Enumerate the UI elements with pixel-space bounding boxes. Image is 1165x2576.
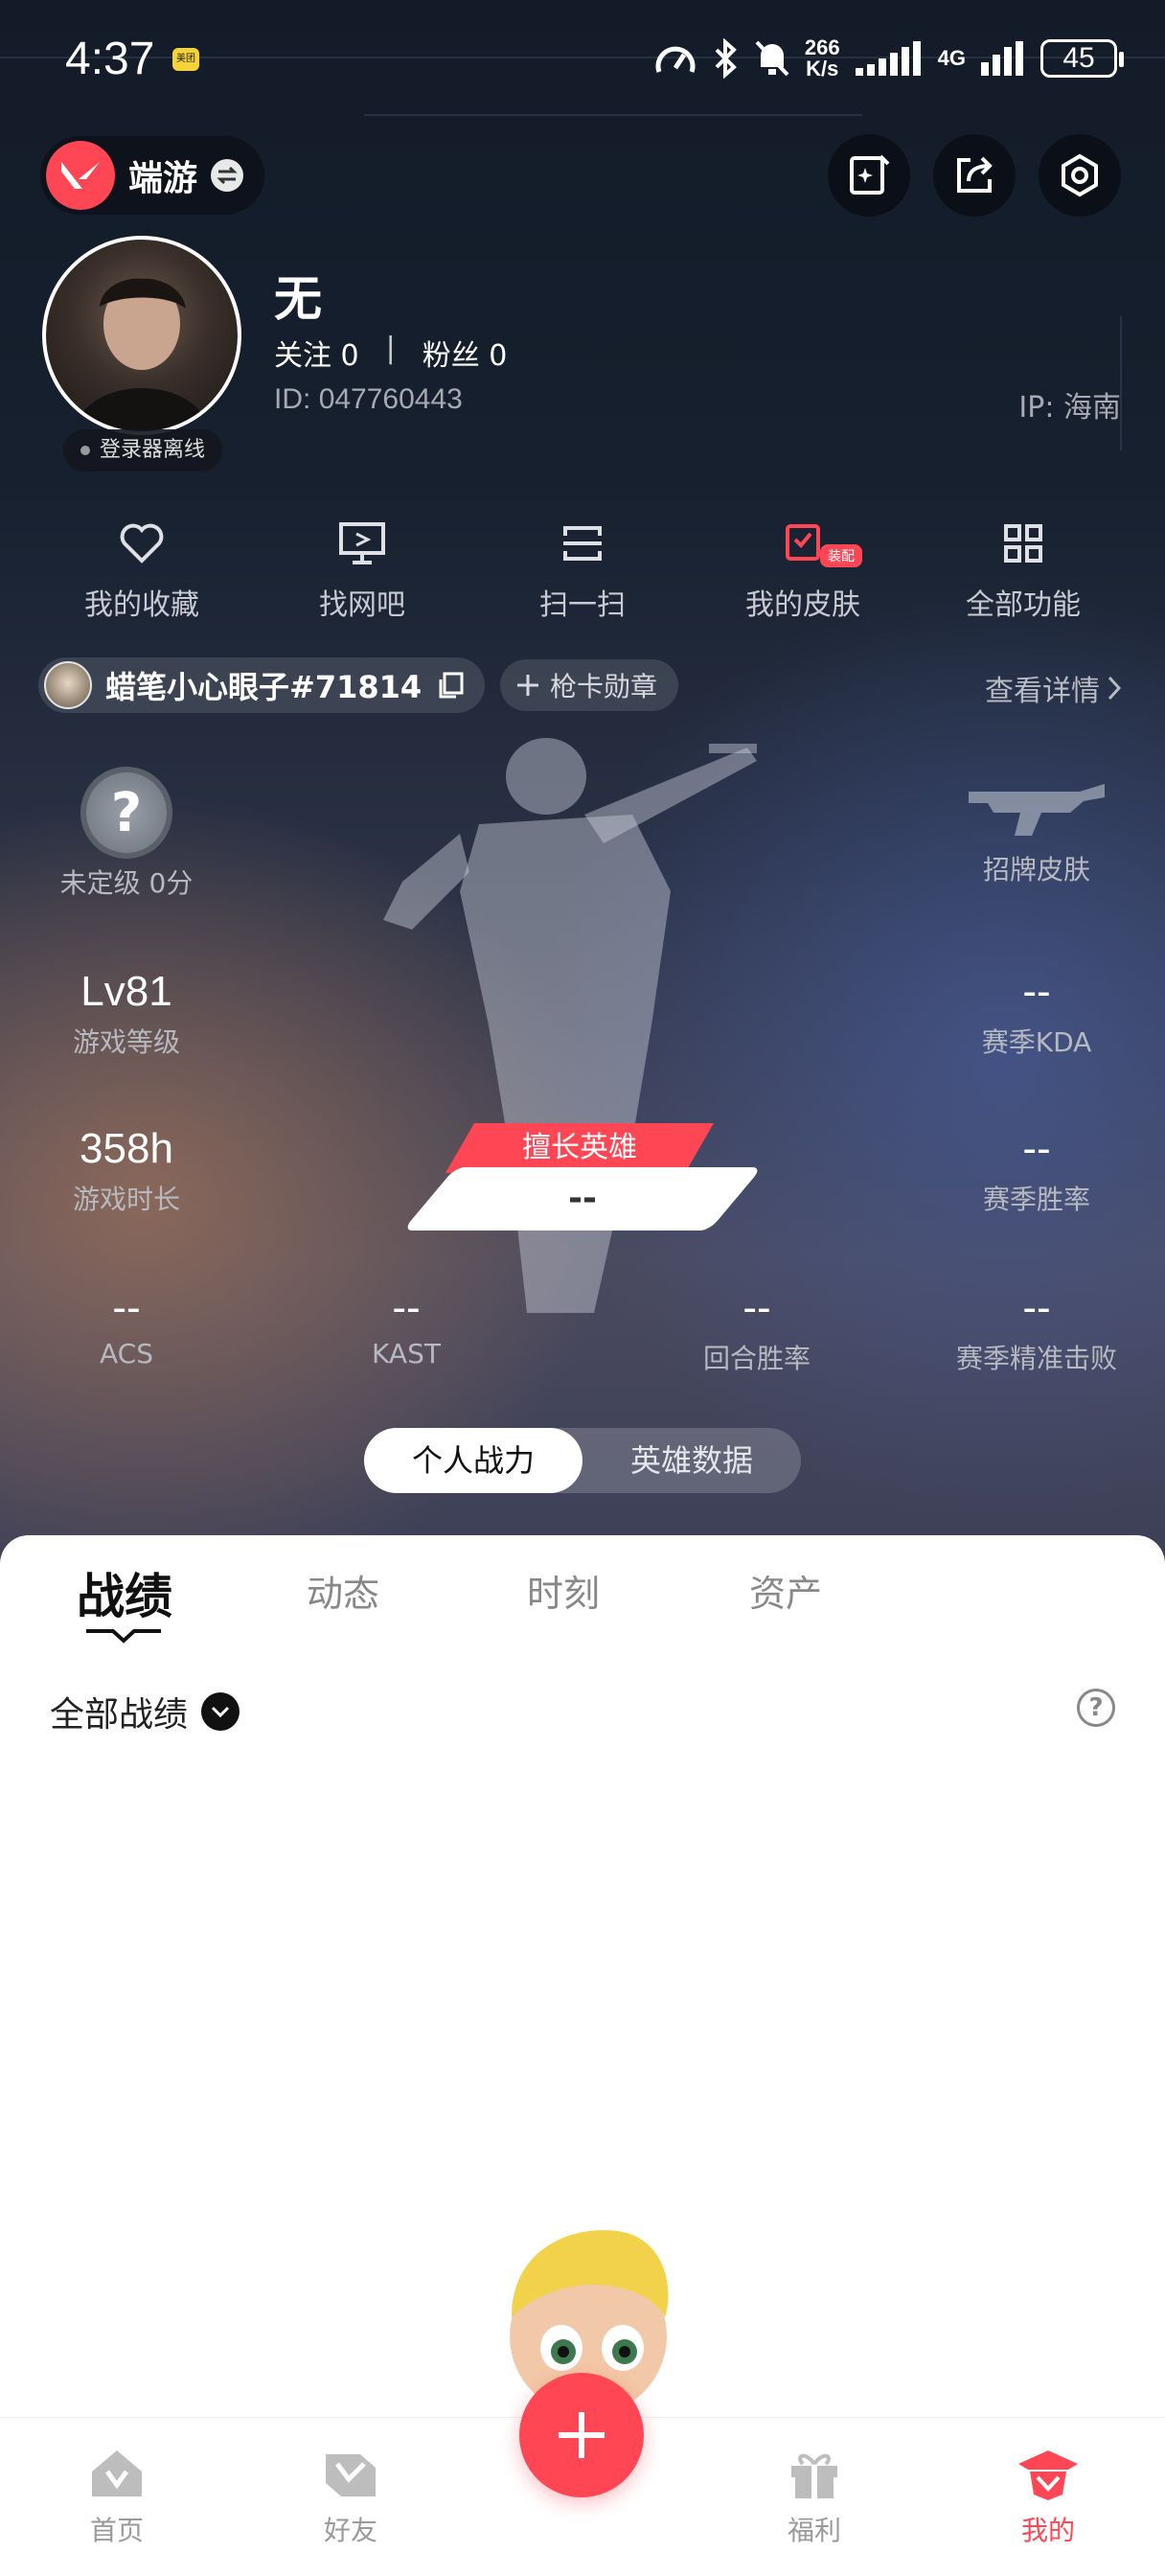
friends-icon: [326, 2454, 376, 2496]
settings-icon: [1062, 153, 1098, 197]
card-edit-icon: [850, 154, 890, 195]
home-icon: [92, 2450, 142, 2496]
share-icon: [957, 156, 993, 193]
rank-stat[interactable]: ? 未定级 0分: [11, 767, 241, 901]
kda-stat: -- 赛季KDA: [981, 968, 1092, 1058]
profile-icon: [1018, 2450, 1078, 2500]
quick-action-all-features[interactable]: 全部功能: [927, 518, 1119, 623]
precision-kill-stat: -- 赛季精准击败: [955, 1284, 1117, 1374]
record-filter-label: 全部战绩: [50, 1694, 189, 1734]
status-time: 4:37: [65, 34, 155, 84]
plus-icon: [517, 675, 538, 696]
avatar-photo: [75, 278, 209, 431]
add-post-button[interactable]: [519, 2373, 644, 2497]
status-bar: 4:37 美团 266 K/s 4G 45: [0, 0, 1165, 115]
equip-tag: 装配: [820, 544, 862, 567]
ip-location: IP: 海南: [1018, 391, 1121, 425]
username: 无: [274, 271, 322, 327]
winrate-stat: -- 赛季胜率: [982, 1125, 1090, 1215]
followers-link[interactable]: 粉丝 0: [423, 332, 508, 374]
follow-stats: 关注 0 | 粉丝 0: [274, 332, 507, 374]
nav-benefits[interactable]: 福利: [738, 2443, 891, 2548]
monitor-icon: [339, 522, 385, 564]
share-button[interactable]: [933, 134, 1016, 217]
data-segment-control: 个人战力 英雄数据: [364, 1428, 801, 1493]
valorant-logo-icon: [46, 141, 115, 210]
nav-friends[interactable]: 好友: [274, 2443, 427, 2548]
nav-home[interactable]: 首页: [40, 2443, 194, 2548]
kast-stat: -- KAST: [372, 1284, 441, 1369]
tab-active-indicator: [86, 1629, 161, 1644]
game-switch-button[interactable]: 端游: [40, 136, 265, 215]
riot-id-pill[interactable]: 蜡笔小心眼子#71814: [38, 657, 486, 713]
quick-action-favorites[interactable]: 我的收藏: [46, 518, 238, 623]
card-badge-label: 枪卡勋章: [550, 671, 658, 702]
skin-icon: [786, 524, 820, 561]
notification-badge: 美团: [172, 48, 199, 71]
signature-skin-stat[interactable]: 招牌皮肤: [922, 774, 1152, 887]
best-hero-tag: 擅长英雄: [445, 1123, 715, 1173]
heart-icon: [120, 523, 164, 564]
settings-button[interactable]: [1039, 134, 1121, 217]
segment-personal-power[interactable]: 个人战力: [364, 1428, 582, 1493]
gift-icon: [791, 2453, 837, 2498]
tab-assets[interactable]: 资产: [749, 1564, 822, 1617]
net-speed: 266 K/s: [804, 35, 840, 80]
tab-moments[interactable]: 时刻: [527, 1564, 600, 1617]
chevron-right-icon: [1108, 676, 1122, 701]
view-details-link[interactable]: 查看详情: [985, 667, 1123, 709]
unranked-icon: ?: [80, 767, 172, 859]
following-link[interactable]: 关注 0: [274, 332, 359, 374]
bluetooth-icon: [715, 38, 737, 79]
game-name: 端游: [128, 159, 198, 198]
signal-icon: [855, 41, 921, 76]
chevron-down-icon: [201, 1692, 240, 1731]
nav-me[interactable]: 我的: [971, 2443, 1125, 2548]
speedometer-icon: [655, 46, 696, 73]
card-edit-button[interactable]: [828, 134, 910, 217]
segment-hero-data[interactable]: 英雄数据: [582, 1428, 801, 1493]
grid-icon: [1004, 524, 1042, 563]
riot-id: 蜡笔小心眼子#71814: [105, 669, 423, 705]
quick-action-skins[interactable]: 装配 我的皮肤: [707, 518, 899, 623]
card-badge-button[interactable]: 枪卡勋章: [500, 659, 679, 711]
status-icons: 266 K/s 4G 45: [653, 34, 1124, 82]
follow-separator: |: [385, 332, 396, 365]
avatar[interactable]: [42, 236, 241, 435]
best-hero-card[interactable]: --: [402, 1167, 763, 1230]
mute-bell-icon: [755, 40, 789, 77]
quick-action-internet-cafe[interactable]: 找网吧: [266, 518, 458, 623]
scan-icon: [563, 526, 602, 561]
rifle-icon: [969, 784, 1105, 836]
battery-indicator: 45: [1040, 39, 1124, 78]
add-icon: [559, 2412, 605, 2458]
offline-dot: [80, 446, 90, 455]
acs-stat: -- ACS: [100, 1284, 153, 1369]
view-details-label: 查看详情: [985, 675, 1100, 708]
record-filter-dropdown[interactable]: 全部战绩: [50, 1687, 240, 1736]
launcher-status-badge: 登录器离线: [63, 429, 223, 472]
help-icon[interactable]: ?: [1077, 1689, 1115, 1727]
content-tabs: 战绩 动态 时刻 资产: [0, 1535, 1165, 1650]
quick-action-scan[interactable]: 扫一扫: [487, 518, 678, 623]
riot-avatar: [44, 661, 92, 709]
signal-icon-2: [981, 41, 1023, 76]
network-type: 4G: [937, 46, 966, 70]
level-stat: Lv81 游戏等级: [72, 968, 180, 1058]
user-id: ID: 047760443: [274, 383, 463, 415]
launcher-status-text: 登录器离线: [100, 438, 206, 462]
quick-actions: 我的收藏 找网吧 扫一扫 装配 我的皮肤 全部功能: [0, 518, 1165, 623]
swap-icon: [211, 159, 244, 192]
round-winrate-stat: -- 回合胜率: [702, 1284, 811, 1374]
tab-feed[interactable]: 动态: [307, 1564, 379, 1617]
playtime-stat: 358h 游戏时长: [72, 1125, 180, 1215]
tab-record[interactable]: 战绩: [77, 1558, 172, 1627]
copy-icon[interactable]: [435, 670, 466, 701]
